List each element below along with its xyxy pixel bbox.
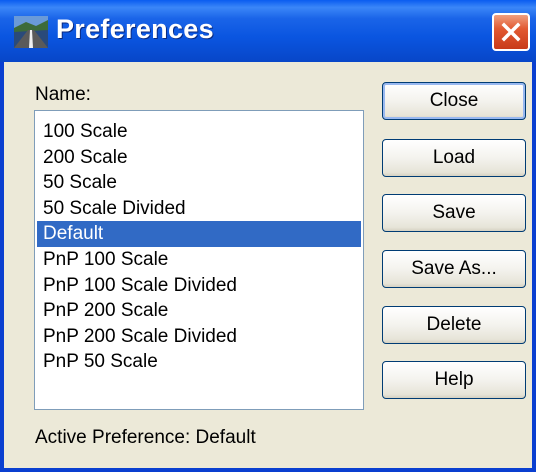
- window-title: Preferences: [56, 14, 214, 44]
- active-preference-status: Active Preference: Default: [35, 427, 256, 448]
- save-as-button[interactable]: Save As...: [382, 250, 526, 288]
- list-item[interactable]: 100 Scale: [37, 119, 361, 145]
- close-button[interactable]: Close: [382, 82, 526, 120]
- list-item[interactable]: 200 Scale: [37, 145, 361, 171]
- list-item[interactable]: PnP 200 Scale Divided: [37, 324, 361, 350]
- list-item[interactable]: PnP 100 Scale: [37, 247, 361, 273]
- list-item[interactable]: 50 Scale: [37, 170, 361, 196]
- title-bar[interactable]: Preferences: [0, 0, 536, 62]
- list-item[interactable]: 50 Scale Divided: [37, 196, 361, 222]
- list-item[interactable]: PnP 100 Scale Divided: [37, 273, 361, 299]
- preferences-listbox[interactable]: 100 Scale 200 Scale 50 Scale 50 Scale Divid…: [34, 110, 364, 410]
- name-label: Name:: [35, 84, 91, 105]
- save-button[interactable]: Save: [382, 194, 526, 232]
- close-x-icon[interactable]: [492, 13, 530, 51]
- load-button[interactable]: Load: [382, 139, 526, 177]
- list-item[interactable]: PnP 200 Scale: [37, 298, 361, 324]
- list-item[interactable]: PnP 50 Scale: [37, 349, 361, 375]
- list-item[interactable]: Default: [37, 221, 361, 247]
- delete-button[interactable]: Delete: [382, 306, 526, 344]
- roadway-app-icon: [14, 16, 48, 48]
- help-button[interactable]: Help: [382, 361, 526, 399]
- preferences-dialog: Preferences Name: 100 Scale 200 Scale 50 S…: [0, 0, 536, 472]
- close-x-glyph: [501, 22, 521, 42]
